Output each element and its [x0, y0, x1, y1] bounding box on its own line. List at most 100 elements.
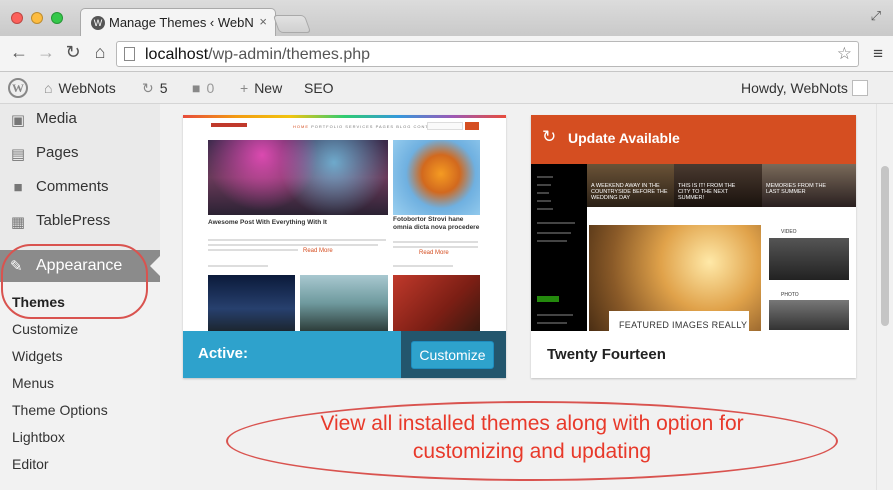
annotation-text: View all installed themes along with opt… [226, 410, 838, 466]
close-window-button[interactable] [11, 12, 23, 24]
wordpress-logo-icon[interactable]: W [8, 78, 28, 98]
video-thumbnail [769, 238, 849, 280]
preview-logo [211, 123, 247, 127]
back-arrow-icon[interactable]: ← [8, 42, 30, 63]
theme-card-active[interactable]: HOME PORTFOLIO SERVICES PAGES BLOG CONTA… [183, 115, 506, 378]
concert-image [208, 140, 388, 215]
read-more-link: Read More [303, 248, 333, 254]
preview-nav-item: HOME [293, 124, 309, 129]
submenu-themes[interactable]: Themes [12, 294, 65, 310]
preview-nav-item: SERVICES [345, 124, 374, 129]
submenu-editor[interactable]: Editor [12, 456, 49, 472]
page-icon [124, 47, 135, 61]
sidebar-item-tablepress[interactable]: ▦ TablePress [0, 206, 160, 238]
video-label: VIDEO [781, 229, 797, 235]
admin-bar-new[interactable]: + New [240, 80, 282, 96]
avatar[interactable] [852, 80, 868, 96]
preview-nav-item: PORTFOLIO [311, 124, 344, 129]
update-available-bar[interactable]: ↻ Update Available [531, 115, 856, 164]
sidebar-item-appearance[interactable]: ✎ Appearance [0, 250, 160, 282]
text-line [393, 241, 478, 243]
preview-nav: HOME PORTFOLIO SERVICES PAGES BLOG CONTA… [293, 124, 440, 129]
current-menu-arrow [150, 256, 160, 276]
update-available-label: Update Available [568, 130, 680, 146]
annotation-line: customizing and updating [412, 440, 652, 463]
preview-sidebar [531, 164, 587, 331]
home-icon[interactable]: ⌂ [89, 42, 111, 63]
tab-close-icon[interactable]: × [259, 14, 267, 29]
bookmark-star-icon[interactable]: ☆ [837, 44, 852, 64]
admin-bar-updates[interactable]: ↻ 5 [142, 80, 168, 97]
theme-screenshot[interactable]: A WEEKEND AWAY IN THE COUNTRYSIDE BEFORE… [531, 115, 856, 331]
autumn-image [393, 275, 480, 331]
home-icon: ⌂ [44, 80, 53, 96]
admin-bar-site[interactable]: ⌂ WebNots [44, 80, 116, 96]
submenu-widgets[interactable]: Widgets [12, 348, 63, 364]
admin-bar-comments[interactable]: ■ 0 [192, 80, 214, 96]
grid-caption: WEDDING DAY [591, 195, 631, 201]
photo-label: PHOTO [781, 292, 799, 298]
browser-menu-icon[interactable]: ≡ [873, 44, 883, 64]
paintbrush-icon: ✎ [10, 258, 23, 275]
url-path: /wp-admin/themes.php [208, 46, 371, 63]
text-line [537, 176, 553, 178]
forward-arrow-icon[interactable]: → [35, 42, 57, 63]
new-label: New [254, 80, 283, 96]
sidebar-item-pages[interactable]: ▤ Pages [0, 138, 160, 170]
preview-nav-item: BLOG [396, 124, 412, 129]
fullscreen-icon[interactable]: ⤢ [871, 8, 881, 24]
featured-title: FEATURED IMAGES REALLY [619, 320, 748, 330]
new-tab-button[interactable] [272, 15, 312, 33]
maximize-window-button[interactable] [51, 12, 63, 24]
preview-post-title: Fotobortor Strovi hane omnia dicta nova … [393, 216, 480, 231]
sidebar-item-label: Media [36, 110, 77, 127]
table-icon: ▦ [10, 214, 26, 231]
text-line [537, 222, 575, 224]
submenu-menus[interactable]: Menus [12, 375, 54, 391]
submenu-theme-options[interactable]: Theme Options [12, 402, 108, 418]
text-line [537, 240, 567, 242]
follow-button [537, 296, 559, 302]
photo-thumbnail [769, 300, 849, 330]
scrollbar-thumb[interactable] [881, 166, 889, 326]
media-icon: ▣ [10, 112, 26, 129]
theme-card-twenty-fourteen[interactable]: A WEEKEND AWAY IN THE COUNTRYSIDE BEFORE… [531, 115, 856, 378]
submenu-customize[interactable]: Customize [12, 321, 78, 337]
galaxy-image [208, 275, 295, 331]
url-text[interactable]: localhost/wp-admin/themes.php [145, 46, 370, 64]
comments-count: 0 [206, 80, 215, 96]
theme-name: Twenty Fourteen [547, 346, 666, 363]
customize-button[interactable]: Customize [411, 341, 494, 369]
grid-caption: LAST SUMMER [766, 189, 806, 195]
admin-bar-seo[interactable]: SEO [304, 80, 334, 96]
grid-caption: SUMMER! [678, 195, 704, 201]
browser-title-bar: W Manage Themes ‹ WebNots × ⤢ [0, 0, 893, 36]
share-bar [393, 265, 453, 267]
appearance-submenu: Themes Customize Widgets Menus Theme Opt… [0, 282, 160, 490]
minimize-window-button[interactable] [31, 12, 43, 24]
address-bar[interactable]: localhost/wp-admin/themes.php ☆ [116, 41, 859, 67]
text-line [537, 200, 551, 202]
sidebar-item-comments[interactable]: ■ Comments [0, 172, 160, 204]
submenu-lightbox[interactable]: Lightbox [12, 429, 65, 445]
text-line [537, 232, 571, 234]
browser-toolbar: ← → ↻ ⌂ localhost/wp-admin/themes.php ☆ … [0, 36, 893, 72]
admin-sidebar: ▣ Media ▤ Pages ■ Comments ▦ TablePress … [0, 104, 160, 490]
wp-admin-bar: W ⌂ WebNots ↻ 5 ■ 0 + New SEO Howdy, WebNots [0, 72, 893, 104]
sidebar-item-media[interactable]: ▣ Media [0, 104, 160, 136]
preview-search-button [465, 122, 479, 130]
browser-tab[interactable]: W Manage Themes ‹ WebNots × [80, 8, 276, 36]
sidebar-item-label: TablePress [36, 212, 111, 229]
comment-icon: ■ [192, 80, 201, 96]
url-host: localhost [145, 46, 209, 63]
preview-search [427, 122, 463, 130]
active-label: Active: [198, 345, 249, 362]
read-more-link: Read More [419, 250, 449, 256]
text-line [537, 208, 553, 210]
page-scrollbar[interactable] [876, 104, 893, 490]
howdy-user[interactable]: Howdy, WebNots [741, 80, 848, 96]
theme-screenshot[interactable]: HOME PORTFOLIO SERVICES PAGES BLOG CONTA… [183, 115, 506, 331]
reload-icon[interactable]: ↻ [62, 42, 84, 63]
plus-icon: + [240, 80, 249, 96]
tab-title: Manage Themes ‹ WebNots [109, 15, 254, 30]
